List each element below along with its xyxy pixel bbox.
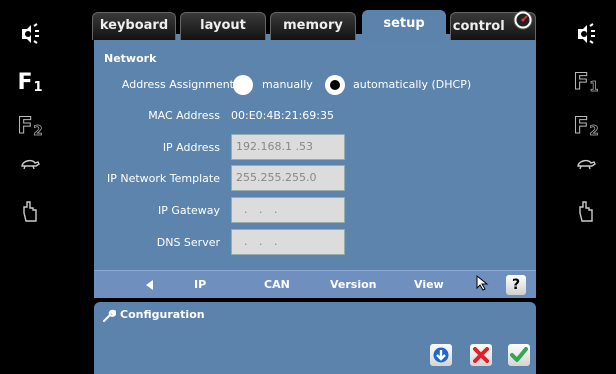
- f2-icon[interactable]: F2: [556, 114, 616, 142]
- cursor-icon: [476, 274, 490, 293]
- mac-address-label: MAC Address: [148, 109, 220, 122]
- wrench-icon: [102, 308, 117, 327]
- subnav-view[interactable]: View: [414, 271, 444, 299]
- light-icon[interactable]: [556, 20, 616, 48]
- subnav-can[interactable]: CAN: [264, 271, 290, 299]
- arrow-down-icon: [433, 347, 449, 363]
- configuration-title: Configuration: [120, 308, 205, 321]
- confirm-button[interactable]: [508, 344, 530, 366]
- ip-address-field[interactable]: 192.168.1 .53: [231, 134, 345, 160]
- light-icon[interactable]: [0, 20, 60, 48]
- download-button[interactable]: [430, 344, 452, 366]
- turtle-icon[interactable]: [556, 154, 616, 174]
- option-dhcp-label: automatically (DHCP): [353, 78, 472, 91]
- help-button[interactable]: ?: [506, 275, 526, 295]
- ip-gateway-label: IP Gateway: [158, 204, 220, 217]
- turtle-icon[interactable]: [0, 154, 60, 174]
- tab-keyboard[interactable]: keyboard: [92, 12, 176, 40]
- tab-control[interactable]: control: [450, 10, 536, 40]
- left-rail: F1 F2: [0, 0, 60, 374]
- subnav-bar: IP CAN Version View ?: [94, 270, 536, 298]
- ip-gateway-field[interactable]: . . .: [231, 197, 345, 223]
- subnav-version[interactable]: Version: [330, 271, 377, 299]
- close-icon: [473, 347, 489, 363]
- option-manually-label: manually: [262, 78, 313, 91]
- right-rail: F1 F2: [556, 0, 616, 374]
- tab-bar: keyboard layout memory setup control: [90, 8, 538, 42]
- ip-address-label: IP Address: [162, 141, 220, 154]
- f1-icon[interactable]: F1: [556, 70, 616, 98]
- dns-server-field[interactable]: . . .: [231, 229, 345, 255]
- tab-setup[interactable]: setup: [362, 10, 446, 42]
- radio-dhcp[interactable]: [325, 75, 345, 95]
- tab-layout[interactable]: layout: [180, 12, 266, 40]
- subnav-back-icon[interactable]: [146, 271, 154, 299]
- hand-icon[interactable]: [556, 197, 616, 225]
- mac-address-value: 00:E0:4B:21:69:35: [231, 109, 335, 122]
- address-assignment-label: Address Assignment: [121, 78, 234, 91]
- dns-server-label: DNS Server: [156, 236, 220, 249]
- network-title: Network: [104, 52, 157, 65]
- tab-memory[interactable]: memory: [270, 12, 356, 40]
- checkmark-icon: [510, 347, 528, 362]
- cancel-button[interactable]: [470, 344, 492, 366]
- configuration-panel: Configuration: [94, 302, 536, 374]
- setup-panel: Network Address Assignment manually auto…: [94, 34, 536, 298]
- hand-icon[interactable]: [0, 197, 60, 225]
- ip-network-template-field[interactable]: 255.255.255.0: [231, 165, 345, 191]
- ip-network-template-label: IP Network Template: [107, 172, 220, 185]
- subnav-ip[interactable]: IP: [194, 271, 206, 299]
- f1-icon[interactable]: F1: [0, 70, 60, 98]
- gauge-icon: [513, 10, 533, 40]
- radio-manually[interactable]: [233, 75, 253, 95]
- f2-icon[interactable]: F2: [0, 114, 60, 142]
- tab-control-label: control: [452, 19, 505, 34]
